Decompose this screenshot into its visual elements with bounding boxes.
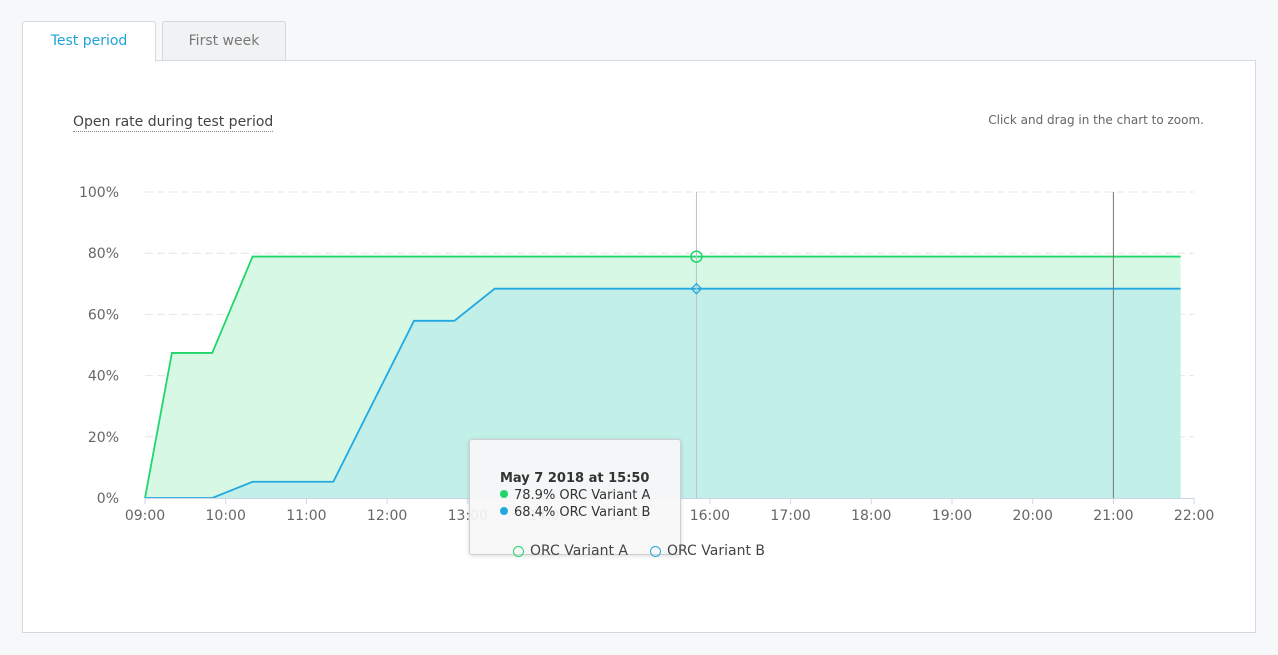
y-tick-label: 20%: [88, 430, 119, 446]
x-tick-label: 18:00: [851, 508, 891, 524]
legend-label-b: ORC Variant B: [667, 543, 765, 559]
legend-item-variant-b[interactable]: ORC Variant B: [650, 543, 765, 559]
y-tick-label: 60%: [88, 307, 119, 323]
legend-marker-a: [513, 546, 524, 557]
tooltip-row-a: 78.9% ORC Variant A: [500, 487, 680, 504]
tooltip-dot-b: [500, 507, 508, 515]
legend-marker-b: [650, 546, 661, 557]
tooltip-date: May 7 2018 at 15:50: [500, 471, 650, 486]
x-tick-label: 22:00: [1174, 508, 1214, 524]
x-tick-label: 20:00: [1013, 508, 1053, 524]
legend-label-a: ORC Variant A: [530, 543, 628, 559]
tooltip-dot-a: [500, 490, 508, 498]
y-tick-label: 100%: [79, 185, 119, 201]
x-tick-label: 21:00: [1093, 508, 1133, 524]
x-tick-label: 12:00: [367, 508, 407, 524]
x-tick-label: 09:00: [125, 508, 165, 524]
x-tick-label: 19:00: [932, 508, 972, 524]
x-tick-label: 16:00: [690, 508, 730, 524]
chart-tooltip: May 7 2018 at 15:50 78.9% ORC Variant A …: [469, 439, 681, 555]
y-tick-label: 40%: [88, 369, 119, 385]
tab-test-period[interactable]: Test period: [22, 21, 156, 62]
tooltip-text-a: 78.9% ORC Variant A: [514, 488, 651, 503]
legend-item-variant-a[interactable]: ORC Variant A: [513, 543, 628, 559]
y-tick-label: 0%: [97, 491, 119, 507]
x-tick-label: 10:00: [206, 508, 246, 524]
y-tick-label: 80%: [88, 246, 119, 262]
x-tick-label: 17:00: [770, 508, 810, 524]
x-tick-label: 11:00: [286, 508, 326, 524]
chart-svg[interactable]: 0%20%40%60%80%100%09:00 10:00 11:00 12:00 13…: [0, 0, 1278, 655]
tooltip-row-b: 68.4% ORC Variant B: [500, 504, 680, 521]
tooltip-text-b: 68.4% ORC Variant B: [514, 505, 651, 520]
